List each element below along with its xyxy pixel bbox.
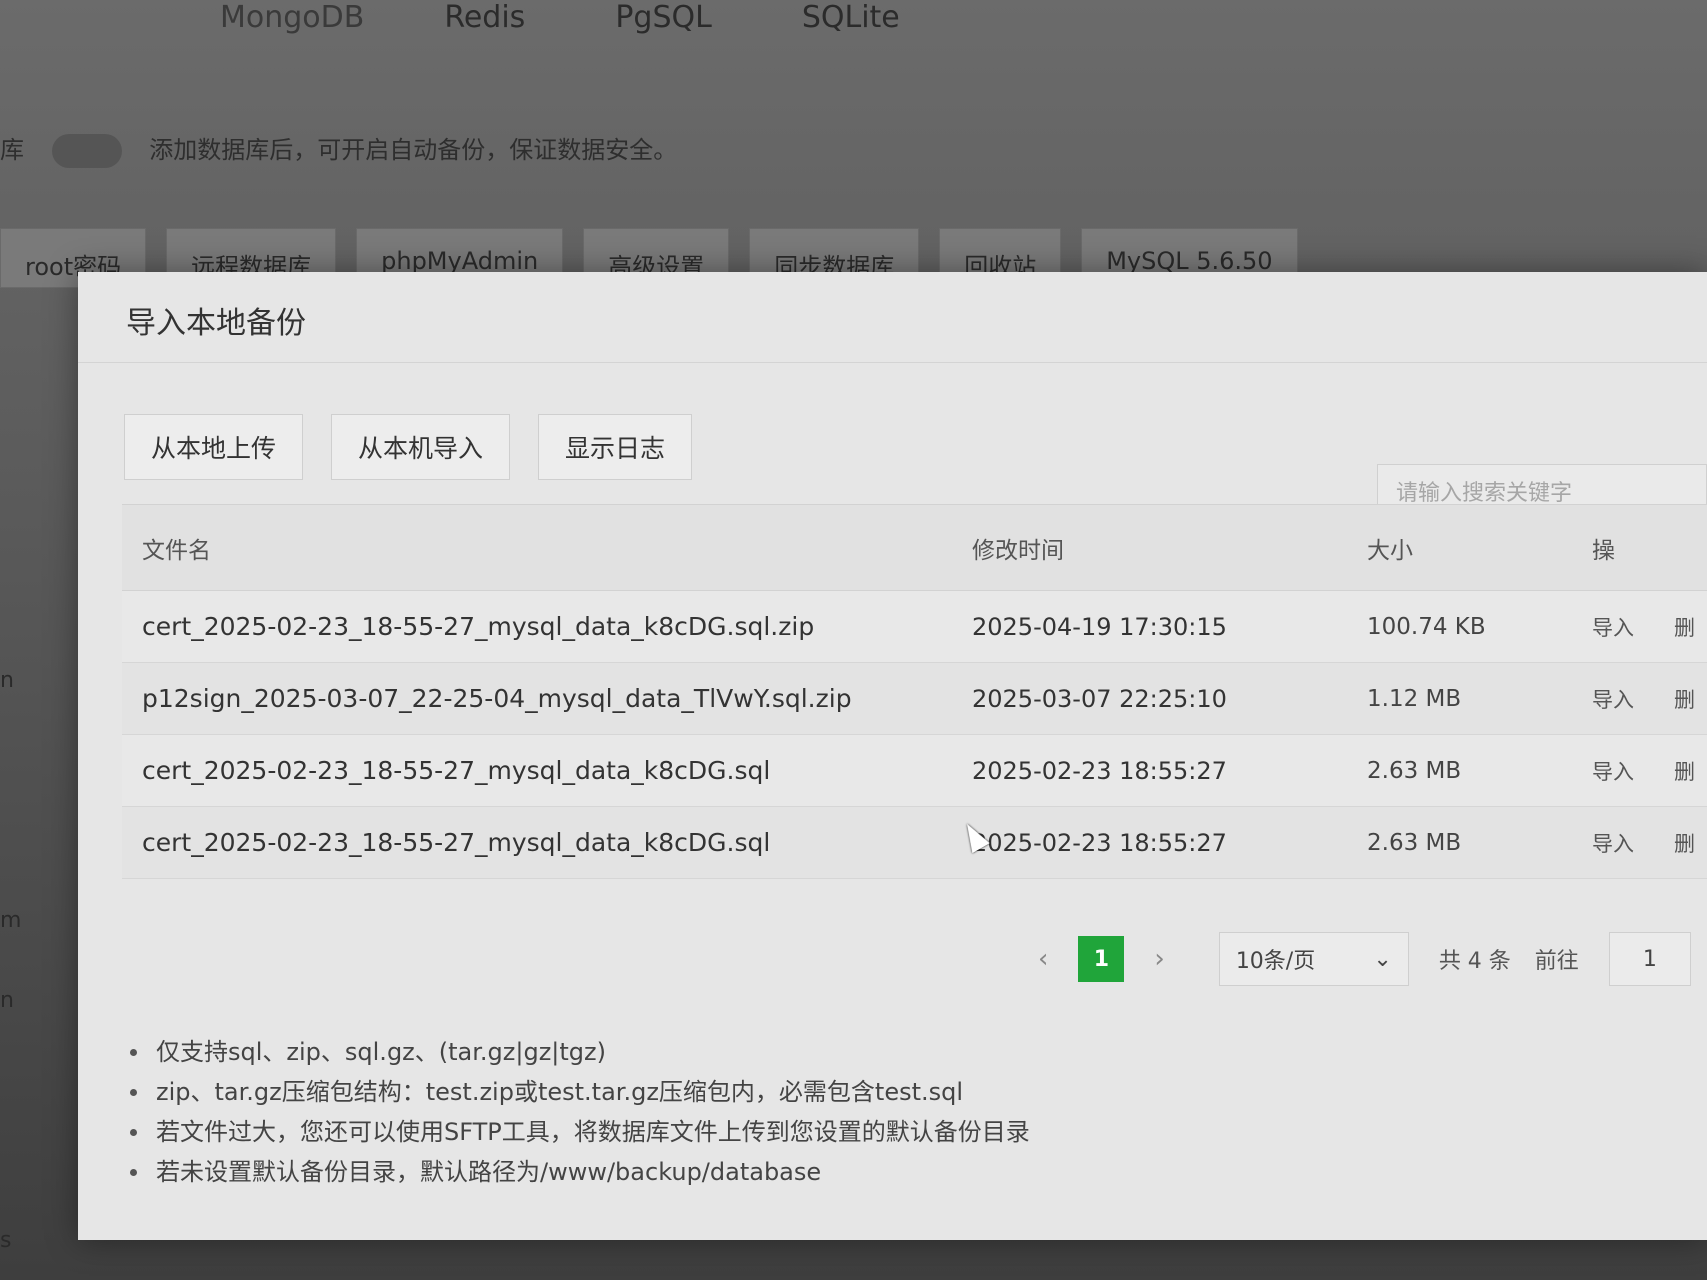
file-name: cert_2025-02-23_18-55-27_mysql_data_k8cD…	[142, 612, 815, 641]
side-letter: n	[0, 668, 14, 693]
file-time: 2025-02-23 18:55:27	[972, 828, 1227, 857]
delete-link[interactable]: 删	[1674, 684, 1695, 714]
row-actions: 导入 删	[1592, 828, 1707, 858]
row-actions: 导入 删	[1592, 756, 1707, 786]
tip-item: 仅支持sql、zip、sql.gz、(tar.gz|gz|tgz)	[124, 1032, 1030, 1072]
page-size-value: 10条/页	[1235, 949, 1316, 974]
tip-item: zip、tar.gz压缩包结构：test.zip或test.tar.gz压缩包内…	[124, 1072, 1030, 1112]
page-number-current[interactable]: 1	[1078, 936, 1125, 982]
row-actions: 导入 删	[1592, 684, 1707, 714]
row-actions: 导入 删	[1592, 612, 1707, 642]
tip-item: 若未设置默认备份目录，默认路径为/www/backup/database	[124, 1152, 1030, 1192]
table-row: cert_2025-02-23_18-55-27_mysql_data_k8cD…	[122, 735, 1707, 807]
db-type-tabs: MongoDB Redis PgSQL SQLite	[220, 0, 900, 35]
file-name: cert_2025-02-23_18-55-27_mysql_data_k8cD…	[142, 828, 771, 857]
header-modified-time: 修改时间	[972, 537, 1064, 564]
next-page-icon[interactable]: ›	[1154, 944, 1164, 974]
goto-label: 前往	[1534, 949, 1579, 974]
import-from-server-button[interactable]: 从本机导入	[331, 414, 511, 480]
table-row: cert_2025-02-23_18-55-27_mysql_data_k8cD…	[122, 591, 1707, 663]
header-filename: 文件名	[142, 537, 211, 564]
auto-backup-row: 库 添加数据库后，可开启自动备份，保证数据安全。	[0, 130, 800, 168]
file-size: 100.74 KB	[1367, 613, 1486, 640]
table-row: cert_2025-02-23_18-55-27_mysql_data_k8cD…	[122, 807, 1707, 879]
file-time: 2025-02-23 18:55:27	[972, 756, 1227, 785]
file-time: 2025-04-19 17:30:15	[972, 612, 1227, 641]
auto-backup-note: 添加数据库后，可开启自动备份，保证数据安全。	[149, 136, 678, 164]
backup-table: 文件名 修改时间 大小 操 cert_2025-02-23_18-55-27_m…	[122, 504, 1707, 879]
import-link[interactable]: 导入	[1592, 828, 1634, 858]
import-link[interactable]: 导入	[1592, 612, 1634, 642]
goto-page-input[interactable]	[1608, 932, 1691, 986]
delete-link[interactable]: 删	[1674, 612, 1695, 642]
file-size: 2.63 MB	[1367, 829, 1462, 856]
total-count: 共 4 条	[1438, 949, 1511, 974]
file-size: 2.63 MB	[1367, 757, 1462, 784]
pagination: ‹ 1 › 10条/页 ⌄ 共 4 条 前往	[1038, 932, 1691, 986]
tab-redis[interactable]: Redis	[444, 0, 525, 35]
show-log-button[interactable]: 显示日志	[538, 414, 693, 480]
prev-page-icon[interactable]: ‹	[1038, 944, 1048, 974]
tab-mongodb[interactable]: MongoDB	[220, 0, 364, 35]
header-operations: 操	[1592, 537, 1615, 564]
import-link[interactable]: 导入	[1592, 684, 1634, 714]
file-name: cert_2025-02-23_18-55-27_mysql_data_k8cD…	[142, 756, 771, 785]
side-letter: m	[0, 908, 22, 933]
tab-sqlite[interactable]: SQLite	[802, 0, 900, 35]
import-backup-modal: 导入本地备份 从本地上传 从本机导入 显示日志 文件名 修改时间 大小 操 ce…	[78, 272, 1707, 1240]
side-letter: n	[0, 988, 14, 1013]
chevron-down-icon: ⌄	[1373, 946, 1392, 972]
action-buttons: 从本地上传 从本机导入 显示日志	[124, 414, 693, 480]
header-size: 大小	[1367, 537, 1413, 564]
auto-backup-toggle[interactable]	[51, 134, 122, 168]
tip-item: 若文件过大，您还可以使用SFTP工具，将数据库文件上传到您设置的默认备份目录	[124, 1112, 1030, 1152]
delete-link[interactable]: 删	[1674, 756, 1695, 786]
modal-title: 导入本地备份	[126, 306, 306, 341]
tab-pgsql[interactable]: PgSQL	[615, 0, 712, 35]
file-name: p12sign_2025-03-07_22-25-04_mysql_data_T…	[142, 684, 852, 713]
side-letter: s	[0, 1228, 12, 1253]
table-row: p12sign_2025-03-07_22-25-04_mysql_data_T…	[122, 663, 1707, 735]
import-link[interactable]: 导入	[1592, 756, 1634, 786]
divider	[78, 362, 1707, 363]
file-time: 2025-03-07 22:25:10	[972, 684, 1227, 713]
delete-link[interactable]: 删	[1674, 828, 1695, 858]
tips-list: 仅支持sql、zip、sql.gz、(tar.gz|gz|tgz) zip、ta…	[124, 1032, 1030, 1192]
table-header: 文件名 修改时间 大小 操	[122, 505, 1707, 591]
page-size-select[interactable]: 10条/页 ⌄	[1218, 932, 1409, 986]
side-label: 库	[0, 136, 24, 164]
upload-local-button[interactable]: 从本地上传	[124, 414, 304, 480]
file-size: 1.12 MB	[1367, 685, 1462, 712]
